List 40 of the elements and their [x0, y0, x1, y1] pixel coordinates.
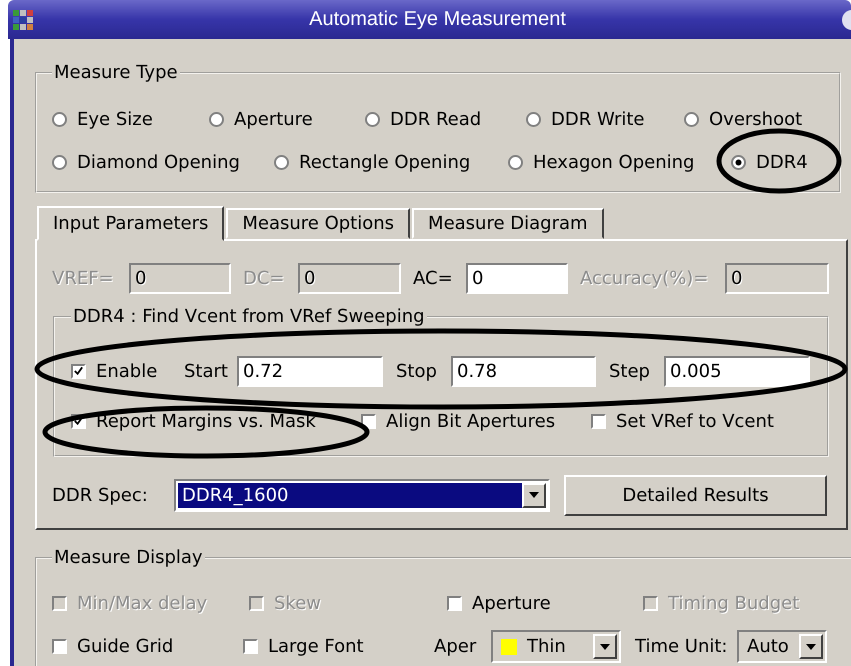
checkbox[interactable]: Align Bit Apertures	[361, 410, 591, 432]
radio-button[interactable]: Eye Size	[52, 109, 209, 130]
field-label: Step	[608, 360, 651, 382]
input-field[interactable]: 0	[466, 262, 568, 294]
dropdown[interactable]: Auto	[737, 630, 827, 663]
radio-button[interactable]: Aperture	[209, 109, 365, 130]
field-label: Start	[184, 360, 229, 382]
group-label: Measure Type	[53, 62, 179, 84]
checkbox[interactable]: Guide Grid	[52, 636, 243, 657]
field-label: DC=	[242, 268, 286, 288]
radio-button[interactable]: DDR4	[731, 152, 839, 173]
checkbox[interactable]: Enable	[71, 360, 184, 382]
radio-button[interactable]: Rectangle Opening	[274, 152, 508, 173]
tab[interactable]: Measure Diagram	[412, 208, 604, 239]
field-label: DDR Spec:	[52, 484, 149, 506]
detailed-results-button[interactable]: Detailed Results	[564, 474, 827, 516]
dropdown[interactable]: Thin	[491, 630, 621, 663]
group-label: Measure Display	[53, 547, 204, 569]
group-label: DDR4 : Find Vcent from VRef Sweeping	[72, 306, 426, 328]
checkbox[interactable]: Aperture	[447, 593, 643, 614]
input-field[interactable]: 0.005	[664, 356, 810, 386]
tab[interactable]: Measure Options	[226, 208, 410, 239]
field-label: Time Unit:	[635, 636, 728, 657]
dropdown[interactable]: DDR4_1600	[174, 478, 550, 512]
field-label: AC=	[412, 268, 454, 288]
radio-button[interactable]: Overshoot	[684, 109, 839, 130]
input-field[interactable]: 0.78	[451, 356, 596, 386]
radio-button[interactable]: DDR Write	[526, 109, 684, 130]
field-label: Accuracy(%)=	[579, 268, 710, 288]
input-field[interactable]: 0.72	[237, 356, 383, 386]
radio-button[interactable]: DDR Read	[365, 109, 526, 130]
tab[interactable]: Input Parameters	[37, 206, 224, 241]
window-title: Automatic Eye Measurement	[308, 8, 567, 31]
radio-button[interactable]: Diamond Opening	[52, 152, 274, 173]
checkbox[interactable]: Set VRef to Vcent	[591, 410, 827, 432]
radio-button[interactable]: Hexagon Opening	[508, 152, 731, 173]
field-label: Stop	[395, 360, 438, 382]
field-label: Aper	[434, 636, 478, 657]
field-label: VREF=	[52, 268, 115, 288]
checkbox[interactable]: Large Font	[243, 636, 434, 657]
